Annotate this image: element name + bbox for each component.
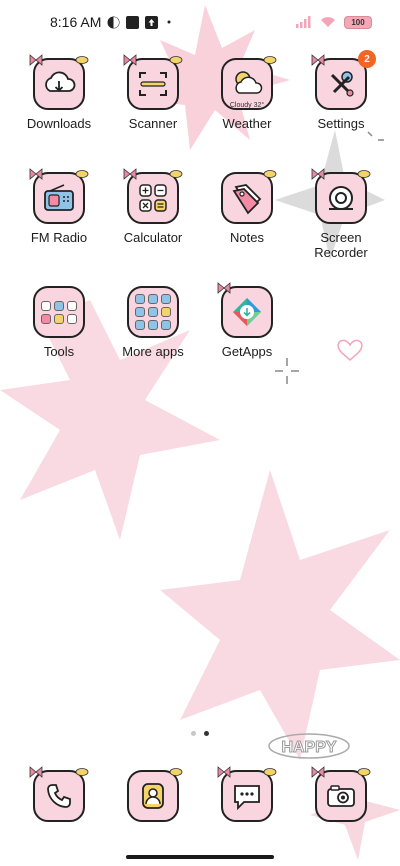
app-settings[interactable]: 2 Settings <box>294 50 388 154</box>
app-scanner[interactable]: Scanner <box>106 54 200 154</box>
scan-frame-icon <box>123 54 183 110</box>
app-screen-recorder[interactable]: Screen Recorder <box>294 168 388 268</box>
signal-icon <box>296 16 312 28</box>
wifi-icon <box>320 16 336 28</box>
dock-camera[interactable] <box>294 766 388 830</box>
battery-icon: 100 <box>344 15 372 29</box>
weather-icon-text: Cloudy 32° <box>229 102 265 109</box>
getapps-icon <box>217 282 273 338</box>
app-fm-radio[interactable]: FM Radio <box>12 168 106 268</box>
folder-preview <box>135 294 171 330</box>
cloud-download-icon <box>29 54 89 110</box>
camera-icon <box>311 766 371 822</box>
dock-messages[interactable] <box>200 766 294 830</box>
dock-phone[interactable] <box>12 766 106 830</box>
dock-contacts[interactable] <box>106 768 200 830</box>
app-label: GetApps <box>221 344 273 359</box>
app-calculator[interactable]: Calculator <box>106 168 200 268</box>
app-label: Calculator <box>123 230 183 245</box>
app-getapps[interactable]: GetApps <box>200 282 294 382</box>
messages-icon <box>217 766 277 822</box>
vpn-icon <box>107 16 120 29</box>
app-label: Notes <box>230 230 264 245</box>
status-bar: 8:16 AM 100 <box>0 0 400 44</box>
screen-recorder-icon <box>311 168 371 224</box>
weather-cloud-sun-icon: Cloudy 32° <box>221 56 277 110</box>
app-label: Weather <box>222 116 272 131</box>
dock <box>12 766 388 830</box>
app-label: Screen Recorder <box>314 230 368 260</box>
app-label: Scanner <box>128 116 178 131</box>
folder-preview <box>41 300 77 324</box>
app-label: More apps <box>122 344 184 359</box>
status-time: 8:16 AM <box>50 14 102 30</box>
notification-square-icon <box>126 15 140 29</box>
page-dot[interactable] <box>191 731 196 736</box>
app-weather[interactable]: Cloudy 32° Weather <box>200 56 294 154</box>
app-label: Tools <box>43 344 75 359</box>
notification-badge: 2 <box>358 50 376 68</box>
page-indicator[interactable] <box>0 731 400 736</box>
app-label: Settings <box>317 116 365 131</box>
app-grid: Downloads Scanner Cloudy 32° Weather 2 S… <box>12 50 388 382</box>
phone-icon <box>29 766 89 822</box>
folder-more-apps[interactable]: More apps <box>106 286 200 382</box>
tools-settings-icon <box>311 54 367 110</box>
app-downloads[interactable]: Downloads <box>12 54 106 154</box>
notes-tag-icon <box>221 170 277 224</box>
home-indicator[interactable] <box>126 855 274 859</box>
calculator-icon <box>123 168 183 224</box>
contacts-icon <box>127 768 183 822</box>
folder-tools[interactable]: Tools <box>12 286 106 382</box>
wallpaper-star-bottom <box>160 470 400 760</box>
app-label: Downloads <box>26 116 92 131</box>
page-dot-active[interactable] <box>204 731 209 736</box>
happy-stamp: HAPPY <box>268 733 350 759</box>
folder-icon <box>127 286 179 338</box>
happy-text: HAPPY <box>281 739 336 756</box>
app-notes[interactable]: Notes <box>200 170 294 268</box>
upload-icon <box>145 15 159 29</box>
app-label: FM Radio <box>30 230 88 245</box>
dot-icon <box>164 17 174 27</box>
folder-icon <box>33 286 85 338</box>
radio-icon <box>29 168 89 224</box>
